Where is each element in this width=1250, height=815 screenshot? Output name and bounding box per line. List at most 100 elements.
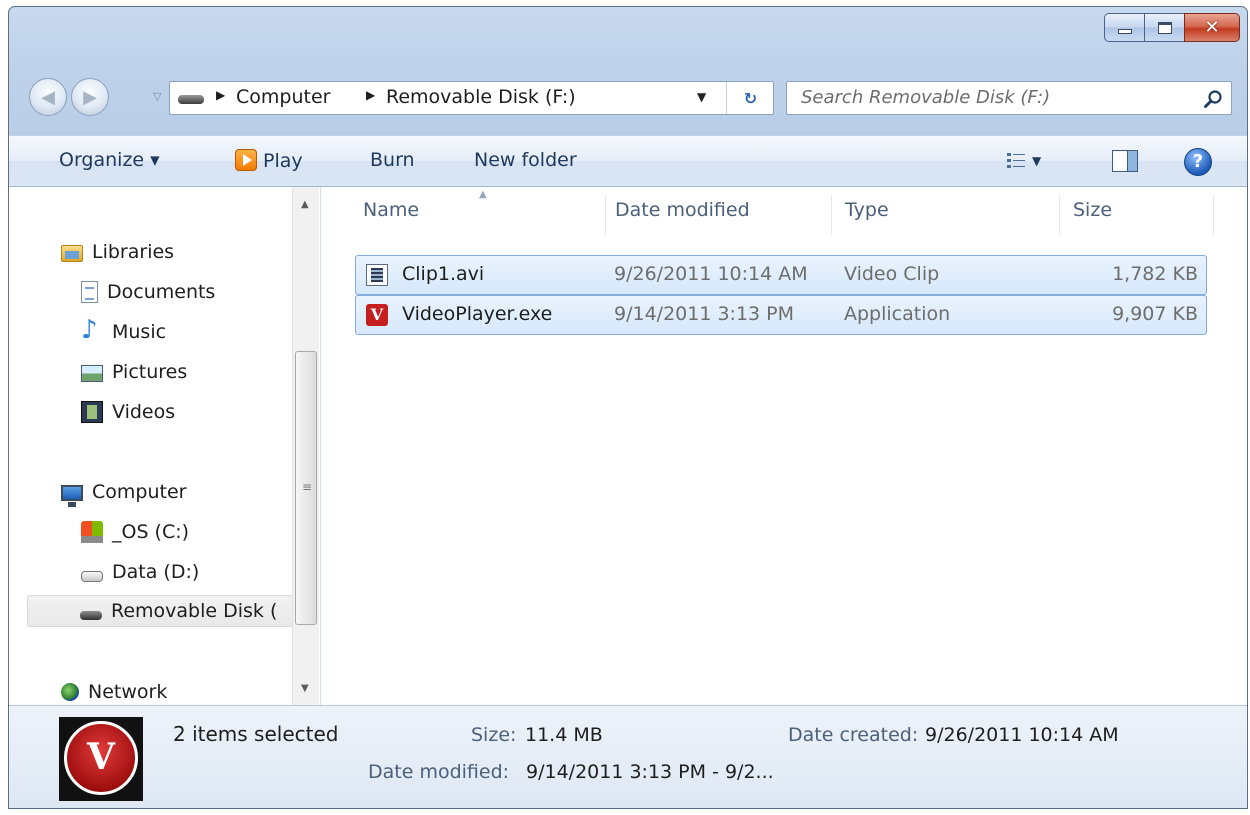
file-date: 9/26/2011 10:14 AM [614, 263, 808, 285]
file-thumbnail: V [59, 717, 143, 801]
caption-buttons: ✕ [1104, 13, 1240, 42]
organize-menu[interactable]: Organize ▾ [59, 149, 160, 171]
video-file-icon [366, 264, 388, 286]
column-divider[interactable] [1213, 195, 1214, 235]
tree-item-videos[interactable]: Videos [81, 396, 175, 428]
breadcrumb-separator-icon[interactable]: ▶ [366, 88, 375, 102]
breadcrumb-removable-disk[interactable]: Removable Disk (F:) [386, 86, 576, 108]
tree-item-music[interactable]: Music [81, 315, 167, 348]
help-icon[interactable]: ? [1184, 148, 1212, 176]
command-bar: Organize ▾ Play Burn New folder ▼ ? [9, 135, 1247, 187]
selection-count: 2 items selected [173, 722, 339, 746]
scroll-up-icon[interactable]: ▲ [301, 199, 309, 210]
minimize-icon [1117, 29, 1132, 34]
tree-item-data-drive[interactable]: Data (D:) [81, 556, 199, 588]
tree-item-label: Data (D:) [112, 561, 200, 583]
file-row[interactable]: V VideoPlayer.exe 9/14/2011 3:13 PM Appl… [355, 295, 1207, 335]
application-icon: V [366, 304, 388, 326]
tree-item-label: Music [112, 321, 167, 343]
navigation-pane-scrollbar[interactable]: ▲ ≡ ▼ [292, 187, 319, 705]
forward-arrow-icon: ▶ [83, 86, 97, 108]
address-history-dropdown[interactable]: ▼ [697, 90, 706, 104]
column-divider[interactable] [1059, 195, 1060, 235]
explorer-window: ✕ ◀ ▶ ▽ ▶ Computer ▶ Removable Disk (F:)… [8, 6, 1248, 809]
scroll-grip-icon: ≡ [302, 480, 313, 494]
tree-item-os-drive[interactable]: _OS (C:) [81, 516, 189, 548]
play-label: Play [263, 150, 303, 172]
file-size: 1,782 KB [1112, 263, 1198, 285]
usb-drive-icon [178, 95, 204, 104]
file-type: Video Clip [844, 263, 940, 285]
search-icon[interactable] [1203, 89, 1223, 109]
os-drive-icon [81, 521, 103, 543]
tree-item-label: Videos [112, 401, 176, 423]
navigation-pane: Libraries Documents Music Pictures Video… [9, 187, 321, 705]
recent-pages-dropdown[interactable]: ▽ [153, 90, 161, 103]
file-date: 9/14/2011 3:13 PM [614, 303, 795, 325]
tree-item-label: _OS (C:) [112, 521, 190, 543]
tree-item-pictures[interactable]: Pictures [81, 356, 187, 388]
hard-drive-icon [81, 570, 103, 582]
tree-item-label: Removable Disk ( [111, 600, 278, 622]
file-row[interactable]: Clip1.avi 9/26/2011 10:14 AM Video Clip … [355, 255, 1207, 295]
burn-button[interactable]: Burn [370, 149, 415, 171]
forward-button[interactable]: ▶ [71, 78, 109, 116]
column-header-size[interactable]: Size [1073, 199, 1112, 221]
date-created-value: 9/26/2011 10:14 AM [925, 724, 1119, 746]
tree-item-network[interactable]: Network [61, 676, 167, 705]
date-modified-value: 9/14/2011 3:13 PM - 9/2... [526, 761, 774, 783]
column-divider[interactable] [831, 195, 832, 235]
search-input[interactable]: Search Removable Disk (F:) [786, 81, 1232, 115]
refresh-icon: ↻ [743, 88, 758, 108]
column-header-name[interactable]: Name [363, 199, 419, 221]
preview-pane-icon[interactable] [1112, 150, 1138, 172]
usb-drive-icon [80, 611, 102, 620]
size-value: 11.4 MB [525, 724, 603, 746]
file-type: Application [844, 303, 951, 325]
file-size: 9,907 KB [1112, 303, 1198, 325]
tree-item-removable-disk[interactable]: Removable Disk ( [27, 595, 293, 627]
date-created-label: Date created: [788, 724, 919, 746]
file-name: Clip1.avi [402, 263, 485, 285]
breadcrumb-separator-icon[interactable]: ▶ [216, 88, 225, 102]
details-pane: V 2 items selected Size: 11.4 MB Date cr… [9, 705, 1247, 808]
tree-item-documents[interactable]: Documents [81, 276, 215, 308]
column-header-date-modified[interactable]: Date modified [615, 199, 750, 221]
documents-icon [81, 281, 98, 303]
back-button[interactable]: ◀ [29, 78, 67, 116]
new-folder-button[interactable]: New folder [474, 149, 577, 171]
file-list: ▲ Name Date modified Type Size Clip1.avi… [323, 187, 1247, 705]
tree-item-label: Libraries [92, 241, 175, 263]
videos-icon [81, 401, 103, 423]
application-logo-icon: V [64, 721, 138, 795]
close-icon: ✕ [1204, 17, 1220, 38]
refresh-button[interactable]: ↻ [726, 82, 774, 114]
pictures-icon [81, 364, 103, 382]
tree-item-libraries[interactable]: Libraries [61, 236, 174, 268]
change-view-icon[interactable] [1007, 152, 1025, 170]
tree-item-label: Documents [107, 281, 216, 303]
maximize-icon [1157, 21, 1172, 34]
file-name: VideoPlayer.exe [402, 303, 553, 325]
breadcrumb-computer[interactable]: Computer [236, 86, 330, 108]
views-dropdown[interactable]: ▼ [1032, 154, 1041, 168]
tree-item-label: Network [88, 681, 168, 703]
scroll-down-icon[interactable]: ▼ [301, 683, 309, 694]
tree-item-computer[interactable]: Computer [61, 476, 186, 508]
date-modified-label: Date modified: [368, 761, 510, 783]
computer-icon [61, 484, 83, 507]
close-button[interactable]: ✕ [1184, 13, 1240, 42]
address-bar[interactable]: ▶ Computer ▶ Removable Disk (F:) ▼ ↻ [169, 81, 774, 115]
search-placeholder: Search Removable Disk (F:) [801, 87, 1051, 108]
play-button[interactable]: Play [235, 149, 303, 172]
play-icon [235, 149, 257, 171]
column-divider[interactable] [605, 195, 606, 235]
music-icon [81, 315, 103, 345]
content-area: Libraries Documents Music Pictures Video… [9, 187, 1247, 705]
scrollbar-thumb[interactable]: ≡ [295, 351, 317, 625]
tree-item-label: Computer [92, 481, 187, 503]
navigation-bar: ◀ ▶ ▽ ▶ Computer ▶ Removable Disk (F:) ▼… [27, 75, 1247, 121]
maximize-button[interactable] [1144, 13, 1184, 42]
column-header-type[interactable]: Type [845, 199, 889, 221]
minimize-button[interactable] [1104, 13, 1144, 42]
